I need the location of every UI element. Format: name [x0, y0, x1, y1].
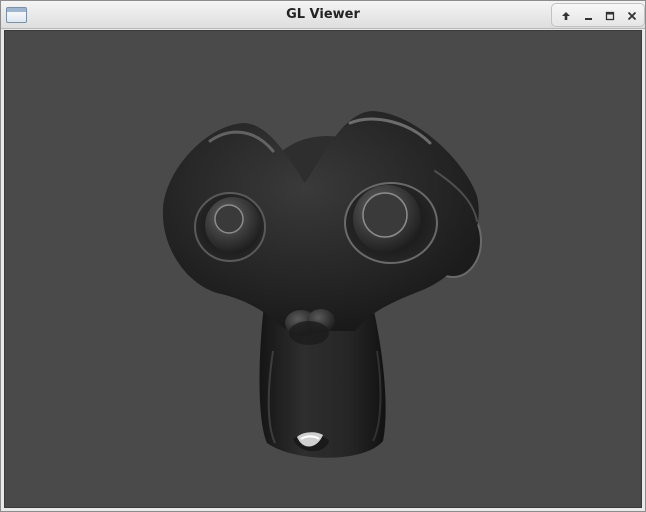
- maximize-icon: [605, 11, 615, 21]
- minimize-button[interactable]: [579, 7, 597, 25]
- maximize-button[interactable]: [601, 7, 619, 25]
- close-button[interactable]: [623, 7, 641, 25]
- app-window: GL Viewer: [0, 0, 646, 512]
- title-bar[interactable]: GL Viewer: [1, 1, 645, 29]
- monkey-head-model: [162, 111, 482, 458]
- close-icon: [627, 11, 637, 21]
- window-title: GL Viewer: [286, 7, 360, 22]
- window-controls: [551, 3, 645, 27]
- gl-viewport[interactable]: [4, 30, 642, 508]
- arrow-up-icon: [562, 12, 570, 20]
- shade-up-button[interactable]: [557, 7, 575, 25]
- minimize-icon: [585, 18, 592, 20]
